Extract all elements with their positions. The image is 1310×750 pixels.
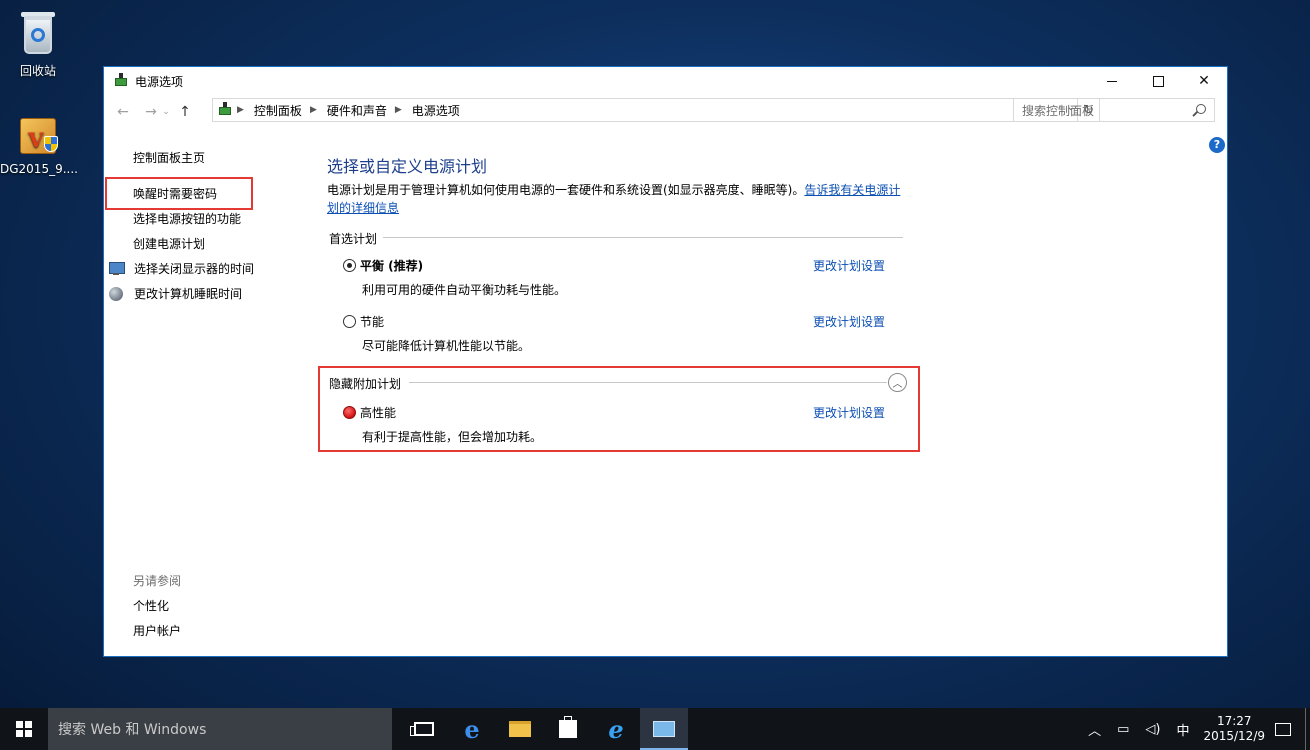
taskbar-task-view[interactable] (400, 708, 448, 750)
taskbar-internet-explorer[interactable]: e (592, 708, 640, 750)
clock-time: 17:27 (1216, 714, 1252, 728)
start-button[interactable] (0, 708, 48, 750)
power-options-window: 电源选项 ✕ ← → ⌄ ↑ ▶ 控制面板 ▶ 硬件和声音 ▶ 电源选项 ⌄ ↻ 搜… (103, 66, 1228, 657)
clock[interactable]: 17:27 2015/12/9 (1203, 714, 1265, 744)
search-icon[interactable] (1196, 104, 1206, 114)
volume-icon[interactable]: ◁) (1145, 722, 1160, 737)
forward-arrow-icon[interactable]: → (142, 104, 160, 120)
desktop-icon-label: 回收站 (19, 64, 56, 78)
desktop-icon-label: DG2015_9.... (0, 162, 78, 176)
change-plan-settings-link[interactable]: 更改计划设置 (813, 257, 885, 274)
show-desktop-button[interactable] (1305, 708, 1310, 750)
address-row: ← → ⌄ ↑ ▶ 控制面板 ▶ 硬件和声音 ▶ 电源选项 ⌄ ↻ 搜索控制面板 (104, 95, 1227, 129)
breadcrumb-separator-icon: ▶ (309, 105, 317, 115)
control-panel-icon (653, 721, 675, 737)
help-icon[interactable]: ? (1209, 137, 1225, 153)
nav-control-panel-home[interactable]: 控制面板主页 (133, 149, 205, 166)
back-arrow-icon[interactable]: ← (114, 104, 132, 120)
page-title: 选择或自定义电源计划 (327, 157, 488, 176)
divider (409, 382, 887, 383)
change-plan-settings-link[interactable]: 更改计划设置 (813, 313, 885, 330)
page-description: 电源计划是用于管理计算机如何使用电源的一套硬件和系统设置(如显示器亮度、睡眠等)… (327, 183, 901, 215)
desktop-icon-recycle-bin[interactable]: 回收站 (0, 10, 76, 79)
plan-detail: 有利于提高性能，但会增加功耗。 (362, 430, 543, 444)
change-plan-settings-link[interactable]: 更改计划设置 (813, 404, 885, 421)
clock-date: 2015/12/9 (1203, 729, 1265, 743)
plan-high-performance: 高性能 有利于提高性能，但会增加功耗。 更改计划设置 (343, 404, 888, 445)
plan-balanced: 平衡 (推荐) 利用可用的硬件自动平衡功耗与性能。 更改计划设置 (343, 257, 888, 298)
chevron-up-icon[interactable]: ︿ (1088, 720, 1101, 739)
nav-create-power-plan[interactable]: 创建电源计划 (133, 235, 205, 252)
moon-icon (108, 286, 126, 302)
plan-detail: 尽可能降低计算机性能以节能。 (362, 339, 531, 353)
nav-personalization[interactable]: 个性化 (133, 597, 169, 614)
breadcrumb-power-options[interactable]: 电源选项 (412, 102, 460, 119)
address-bar[interactable]: ▶ 控制面板 ▶ 硬件和声音 ▶ 电源选项 ⌄ ↻ (212, 98, 1100, 122)
breadcrumb-separator-icon: ▶ (237, 105, 244, 115)
system-tray: ︿ ▭ ◁) 中 17:27 2015/12/9 (1080, 708, 1310, 750)
breadcrumb-control-panel[interactable]: 控制面板 ▶ (254, 102, 327, 119)
windows-logo-icon (16, 721, 32, 737)
collapse-chevron-up-icon[interactable]: ︿ (888, 373, 907, 392)
internet-explorer-icon: e (608, 714, 624, 744)
see-also-title: 另请参阅 (133, 574, 182, 588)
task-view-icon (410, 722, 434, 736)
window-title: 电源选项 (135, 74, 184, 89)
plan-detail: 利用可用的硬件自动平衡功耗与性能。 (362, 283, 567, 297)
power-options-icon (113, 73, 129, 89)
taskbar-search-input[interactable]: 搜索 Web 和 Windows (48, 708, 392, 750)
plan-name: 平衡 (推荐) (360, 259, 424, 273)
desktop-icon-dg2015[interactable]: V DG2015_9.... (0, 110, 78, 176)
recycle-bin-icon (14, 10, 62, 58)
nav-choose-power-button[interactable]: 选择电源按钮的功能 (133, 210, 241, 227)
hidden-plans-title: 隐藏附加计划 (329, 377, 402, 391)
search-placeholder: 搜索控制面板 (1022, 103, 1095, 118)
file-explorer-icon (509, 721, 531, 737)
monitor-icon (108, 261, 126, 277)
left-nav: 控制面板主页 唤醒时需要密码 选择电源按钮的功能 创建电源计划 选择关闭显示器的… (104, 129, 319, 657)
radio-balanced[interactable] (343, 259, 356, 272)
installer-box-icon: V (14, 110, 62, 158)
taskbar: 搜索 Web 和 Windows e e ︿ ▭ ◁) 中 17:27 2015… (0, 708, 1310, 750)
search-input[interactable]: 搜索控制面板 (1013, 98, 1215, 122)
nav-require-password-on-wakeup[interactable]: 唤醒时需要密码 (133, 185, 217, 202)
power-options-icon (217, 102, 233, 118)
plan-power-saver: 节能 尽可能降低计算机性能以节能。 更改计划设置 (343, 313, 888, 354)
divider (383, 237, 903, 238)
preferred-plans-title: 首选计划 (329, 232, 378, 246)
breadcrumb-separator-icon: ▶ (394, 105, 402, 115)
radio-power-saver[interactable] (343, 315, 356, 328)
edge-icon: e (464, 714, 480, 744)
notification-icon[interactable] (1275, 722, 1291, 736)
network-icon[interactable]: ▭ (1117, 722, 1129, 737)
nav-turn-off-display[interactable]: 选择关闭显示器的时间 (108, 260, 254, 277)
taskbar-file-explorer[interactable] (496, 708, 544, 750)
recent-locations-icon[interactable]: ⌄ (160, 107, 172, 117)
nav-user-accounts[interactable]: 用户帐户 (133, 622, 181, 639)
breadcrumb-hardware-sound[interactable]: 硬件和声音 ▶ (327, 102, 412, 119)
plan-name: 高性能 (360, 406, 397, 420)
ime-indicator[interactable]: 中 (1176, 720, 1189, 739)
minimize-button[interactable] (1089, 67, 1135, 95)
up-arrow-icon[interactable]: ↑ (176, 104, 194, 120)
nav-label: 选择关闭显示器的时间 (134, 262, 255, 276)
taskbar-store[interactable] (544, 708, 592, 750)
plan-name: 节能 (360, 315, 385, 329)
taskbar-control-panel[interactable] (640, 708, 688, 750)
maximize-button[interactable] (1135, 67, 1181, 95)
close-button[interactable]: ✕ (1181, 67, 1227, 95)
nav-label: 更改计算机睡眠时间 (134, 287, 243, 301)
store-icon (559, 716, 577, 738)
title-bar[interactable]: 电源选项 ✕ (104, 67, 1227, 95)
taskbar-edge[interactable]: e (448, 708, 496, 750)
radio-high-performance[interactable] (343, 406, 356, 419)
nav-change-sleep-time[interactable]: 更改计算机睡眠时间 (108, 285, 242, 302)
